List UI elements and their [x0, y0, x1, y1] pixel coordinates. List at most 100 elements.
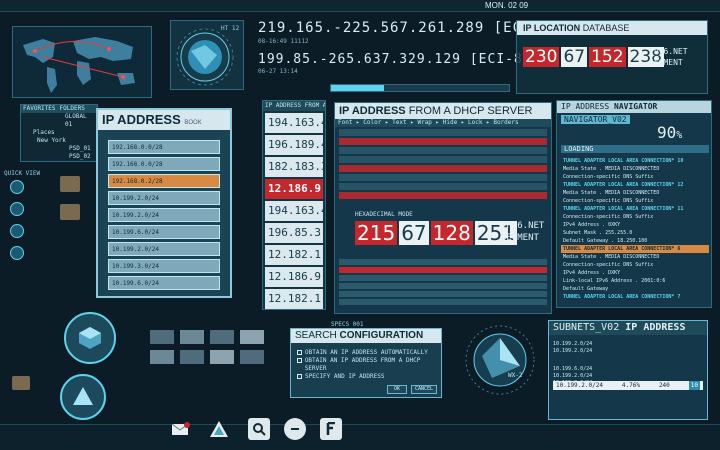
ip-book-entry[interactable]: 10.199.2.0/24 [108, 208, 220, 222]
checkbox-icon[interactable] [297, 374, 302, 379]
dhcp-row[interactable] [339, 291, 547, 297]
navigator-line: Default Gateway . 18.250.100 [563, 238, 648, 244]
dhcp-row[interactable] [339, 147, 547, 154]
subnet-highlight-row[interactable]: 10.199.2.0/24 4.76% 240 10 [553, 381, 703, 390]
tree-item[interactable]: GLOBAL 01 [25, 113, 97, 129]
octet: 230 [523, 47, 560, 67]
option-specify[interactable]: SPECIFY AND IP ADDRESS [297, 373, 437, 381]
tree-item[interactable]: Places [25, 129, 97, 137]
dhcp-row[interactable] [339, 138, 547, 145]
ip-book-entry[interactable]: 10.199.6.0/24 [108, 276, 220, 290]
subnet-row[interactable]: 10.199.6.0/24 [553, 366, 703, 373]
knob-icon[interactable] [10, 202, 24, 216]
navigator-line: Connection-specific DNS Suffix [563, 174, 654, 180]
tree-item[interactable]: PSD_01 [25, 145, 97, 153]
radar-label: WX-2 [508, 372, 523, 379]
gauge-cube[interactable] [64, 312, 116, 364]
checkbox-icon[interactable] [297, 350, 302, 355]
dhcp-row[interactable] [339, 183, 547, 190]
thumbnail-grid[interactable] [150, 330, 280, 390]
folder-icon[interactable] [60, 176, 80, 192]
knob-icon[interactable] [10, 224, 24, 238]
f-icon[interactable] [320, 418, 342, 440]
subnet-row[interactable]: 10.199.2.0/24 [553, 341, 703, 348]
ip-list-item[interactable]: 12.182.1 [265, 245, 323, 265]
subnet-row[interactable]: 10.199.2.0/24 [553, 348, 703, 355]
minus-icon[interactable] [284, 418, 306, 440]
dhcp-row[interactable] [339, 129, 547, 136]
triangle-icon[interactable] [208, 418, 230, 440]
octet: 128 [430, 221, 473, 245]
ip-list-item[interactable]: 196.85.3 [265, 223, 323, 243]
dhcp-rows [339, 129, 547, 199]
ip-list-item[interactable]: 12.186.9 [265, 179, 323, 199]
ip-list-item[interactable]: 196.189.4 [265, 135, 323, 155]
knob-icon[interactable] [10, 246, 24, 260]
thumbnail[interactable] [240, 350, 264, 364]
thumbnail[interactable] [210, 330, 234, 344]
navigator-panel[interactable]: IP ADDRESS NAVIGATOR NAVIGATOR_V02 90% L… [556, 100, 712, 308]
search-icon[interactable] [248, 418, 270, 440]
world-map-panel[interactable] [12, 26, 152, 98]
ip-book-entry[interactable]: 10.199.3.0/24 [108, 259, 220, 273]
dhcp-row[interactable] [339, 299, 547, 305]
thumbnail[interactable] [180, 330, 204, 344]
subnet-row[interactable]: 10.199.2.0/24 [553, 373, 703, 380]
dhcp-row[interactable] [339, 259, 547, 265]
ip-book-entry[interactable]: 192.168.0.0/28 [108, 157, 220, 171]
ip-list-item[interactable]: 12.186.9 [265, 267, 323, 287]
tab-folders[interactable]: FOLDERS [60, 105, 85, 113]
radar-widget[interactable]: WX-2 [462, 322, 538, 398]
tab-favorites[interactable]: FAVORITES [23, 105, 56, 113]
ip-location-panel[interactable]: IP LOCATION DATABASE 230 67 152 238 IPv6… [516, 20, 708, 94]
option-dhcp[interactable]: OBTAIN AN IP ADDRESS FROM A DHCP SERVER [297, 357, 437, 373]
thumbnail[interactable] [150, 350, 174, 364]
dhcp-row[interactable] [339, 192, 547, 199]
ip-book-entry[interactable]: 10.199.2.0/24 [108, 242, 220, 256]
option-auto[interactable]: OBTAIN AN IP ADDRESS AUTOMATICALLY [297, 349, 437, 357]
dhcp-row[interactable] [339, 283, 547, 289]
thumbnail[interactable] [150, 330, 174, 344]
navigator-line: Link-local IPv6 Address . 2001:0:6 [563, 278, 666, 284]
ip-address-book[interactable]: IP ADDRESS BOOK 192.168.0.0/28 192.168.0.… [96, 108, 232, 298]
dhcp-row[interactable] [339, 267, 547, 273]
cancel-button[interactable]: CANCEL [411, 385, 437, 394]
thumbnail[interactable] [210, 350, 234, 364]
ip-list-item[interactable]: 182.183.3 [265, 157, 323, 177]
dhcp-row[interactable] [339, 156, 547, 163]
checkbox-icon[interactable] [297, 358, 302, 363]
top-strip [0, 0, 720, 12]
ip-book-entry[interactable]: 10.199.6.0/24 [108, 225, 220, 239]
folder-icon[interactable] [60, 204, 80, 220]
media-bar[interactable] [330, 84, 510, 92]
ip-address-list[interactable]: IP ADDRESS FROM A 194.163.4 196.189.4 182.… [262, 100, 326, 310]
ip-list-item[interactable]: 194.163.4 [265, 201, 323, 221]
ip-list-item[interactable]: 194.163.4 [265, 113, 323, 133]
dhcp-panel[interactable]: IP ADDRESS FROM A DHCP SERVER Font ▸ Col… [334, 102, 552, 314]
dhcp-toolbar[interactable]: Font ▸ Color ▸ Text ▸ Wrap ▸ Hide ▸ Lock… [335, 119, 551, 127]
thumbnail[interactable] [180, 350, 204, 364]
dhcp-row[interactable] [339, 275, 547, 281]
dhcp-row[interactable] [339, 174, 547, 181]
ip-book-entry[interactable]: 10.199.2.0/24 [108, 191, 220, 205]
gauge-triangle[interactable] [60, 374, 106, 420]
globe-widget[interactable]: HT 12 [170, 20, 244, 90]
ip-book-entry[interactable]: 192.168.0.2/28 [108, 174, 220, 188]
subnets-panel[interactable]: SUBNETS_V02 IP ADDRESS 10.199.2.0/24 10.1… [548, 320, 708, 420]
ip-book-entry[interactable]: 192.168.0.0/28 [108, 140, 220, 154]
thumbnail[interactable] [240, 330, 264, 344]
file-tree-panel[interactable]: FAVORITES FOLDERS GLOBAL 01 Places New Y… [20, 104, 98, 162]
folder-icon[interactable] [12, 376, 30, 390]
knob-icon[interactable] [10, 180, 24, 194]
quick-view-knobs [10, 180, 24, 268]
quick-view-label: QUICK VIEW [4, 170, 41, 177]
subnet-ip: 10.199.2.0/24 [556, 382, 603, 389]
search-config-dialog[interactable]: SPECS 001 SEARCH CONFIGURATION OBTAIN AN… [290, 321, 442, 398]
ip-book-list: 192.168.0.0/28 192.168.0.0/28 192.168.0.2/… [108, 140, 220, 290]
ip-list-item[interactable]: 12.182.1 [265, 289, 323, 309]
tree-item[interactable]: PSD_02 [25, 153, 97, 161]
dhcp-row[interactable] [339, 165, 547, 172]
mail-icon[interactable] [170, 418, 192, 440]
tree-item[interactable]: New York [25, 137, 97, 145]
ok-button[interactable]: OK [387, 385, 407, 394]
